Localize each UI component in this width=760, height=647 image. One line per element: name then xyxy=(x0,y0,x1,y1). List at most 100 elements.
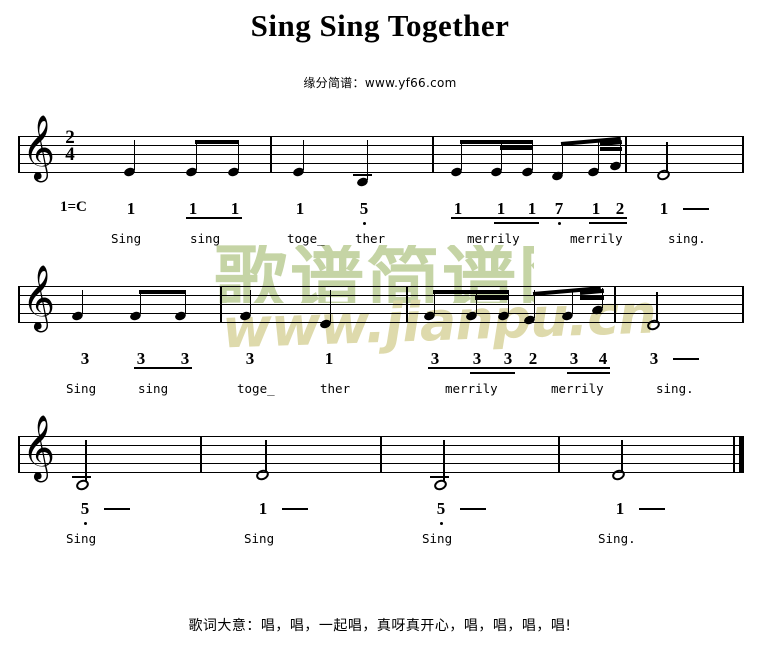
staff-line xyxy=(18,136,744,138)
jianpu-beam xyxy=(134,367,192,369)
staff-line xyxy=(18,322,744,324)
staff-line xyxy=(18,145,744,147)
jianpu-number: 1 xyxy=(295,199,305,218)
jianpu-number: 1 xyxy=(591,199,601,218)
time-signature: 2 4 xyxy=(62,128,78,165)
jianpu-number: 1 xyxy=(527,199,537,218)
notehead xyxy=(432,478,449,492)
stem xyxy=(500,140,502,170)
staff-line xyxy=(18,163,744,165)
lyric-syllable: Sing xyxy=(111,231,142,246)
jianpu-beam xyxy=(428,367,610,369)
stem xyxy=(265,440,267,472)
beam xyxy=(195,140,239,144)
barline xyxy=(18,286,20,323)
final-barline-thin xyxy=(733,436,735,473)
jianpu-number: 3 xyxy=(503,349,513,368)
time-signature-unit: 4 xyxy=(65,144,75,165)
jianpu-number: 1 xyxy=(258,499,268,518)
page-title: Sing Sing Together xyxy=(250,8,510,43)
beam xyxy=(475,296,508,300)
beam xyxy=(500,146,532,150)
stem xyxy=(237,140,239,170)
duration-dash xyxy=(683,208,709,210)
stem xyxy=(531,140,533,170)
jianpu-number: 4 xyxy=(598,349,608,368)
stem xyxy=(366,140,368,180)
jianpu-number: 5 xyxy=(357,200,371,225)
stem xyxy=(249,290,251,314)
duration-dash xyxy=(282,508,308,510)
jianpu-beam-secondary xyxy=(494,222,539,224)
jianpu-number: 3 xyxy=(430,349,440,368)
jianpu-number: 1 xyxy=(659,199,669,218)
jianpu-number: 3 xyxy=(649,349,659,368)
staff-line xyxy=(18,286,744,288)
jianpu-row-2: 333313332343 xyxy=(0,348,760,382)
beam xyxy=(600,147,622,151)
lyric-syllable: ther xyxy=(355,231,386,246)
lyric-syllable: toge_ xyxy=(287,231,325,246)
lyric-syllable: Sing xyxy=(244,531,275,546)
stem xyxy=(621,440,623,472)
barline xyxy=(406,286,408,323)
octave-dot-low xyxy=(83,522,87,525)
jianpu-beam-secondary xyxy=(470,372,515,374)
beam xyxy=(139,290,185,294)
staff-line xyxy=(18,295,744,297)
lyric-syllable: sing xyxy=(138,381,169,396)
lyric-syllable: Sing xyxy=(422,531,453,546)
lyric-syllable: merrily xyxy=(467,231,520,246)
final-barline-thick xyxy=(739,436,744,473)
ledger-line xyxy=(353,174,372,176)
treble-clef-icon: 𝄞 xyxy=(22,265,56,330)
stem xyxy=(195,140,197,170)
jianpu-number: 3 xyxy=(245,349,255,368)
lyric-syllable: merrily xyxy=(570,231,623,246)
jianpu-beam xyxy=(451,217,627,219)
stem xyxy=(302,140,304,170)
jianpu-number: 3 xyxy=(136,349,146,368)
stem xyxy=(597,142,599,170)
jianpu-number: 1 xyxy=(188,199,198,218)
lyrics-row-3: Sing Sing Sing Sing. xyxy=(0,532,760,552)
stem xyxy=(85,440,87,482)
lyric-syllable: toge_ xyxy=(237,381,275,396)
jianpu-number: 5 xyxy=(78,500,92,525)
octave-dot-low xyxy=(362,222,366,225)
jianpu-row-1: 1=C 111151117121 xyxy=(0,198,760,232)
beam xyxy=(460,140,532,144)
jianpu-number: 2 xyxy=(615,199,625,218)
footer-lyrics-meaning: 歌词大意：唱，唱，一起唱，真呀真开心，唱，唱，唱，唱! xyxy=(188,618,572,634)
treble-clef-icon: 𝄞 xyxy=(22,415,56,480)
subtitle-source-credit: 缘分简谱：www.yf66.com xyxy=(303,76,457,90)
barline xyxy=(18,136,20,173)
stem xyxy=(81,290,83,314)
lyric-syllable: Sing xyxy=(66,381,97,396)
stem xyxy=(666,142,668,172)
stem xyxy=(561,142,563,174)
stem xyxy=(656,292,658,322)
duration-dash xyxy=(104,508,130,510)
jianpu-beam-secondary xyxy=(589,222,627,224)
jianpu-row-3: 5 1 5 1 xyxy=(0,498,760,532)
jianpu-number: 1 xyxy=(230,199,240,218)
key-signature-label: 1=C xyxy=(60,199,87,215)
barline xyxy=(220,286,222,323)
notehead xyxy=(74,478,91,492)
jianpu-number: 7 xyxy=(552,200,566,225)
ledger-line xyxy=(430,476,449,478)
jianpu-number: 1 xyxy=(324,349,334,368)
octave-dot-low xyxy=(557,222,561,225)
jianpu-beam xyxy=(186,217,242,219)
lyrics-row-2: Sing sing toge_ ther merrily merrily sing. xyxy=(0,382,760,402)
jianpu-number: 3 xyxy=(569,349,579,368)
lyric-syllable: sing xyxy=(190,231,221,246)
lyric-syllable: sing. xyxy=(668,231,706,246)
barline xyxy=(200,436,202,473)
barline xyxy=(380,436,382,473)
jianpu-number: 1 xyxy=(496,199,506,218)
staff-line xyxy=(18,313,744,315)
stem xyxy=(460,140,462,170)
lyric-syllable: merrily xyxy=(445,381,498,396)
